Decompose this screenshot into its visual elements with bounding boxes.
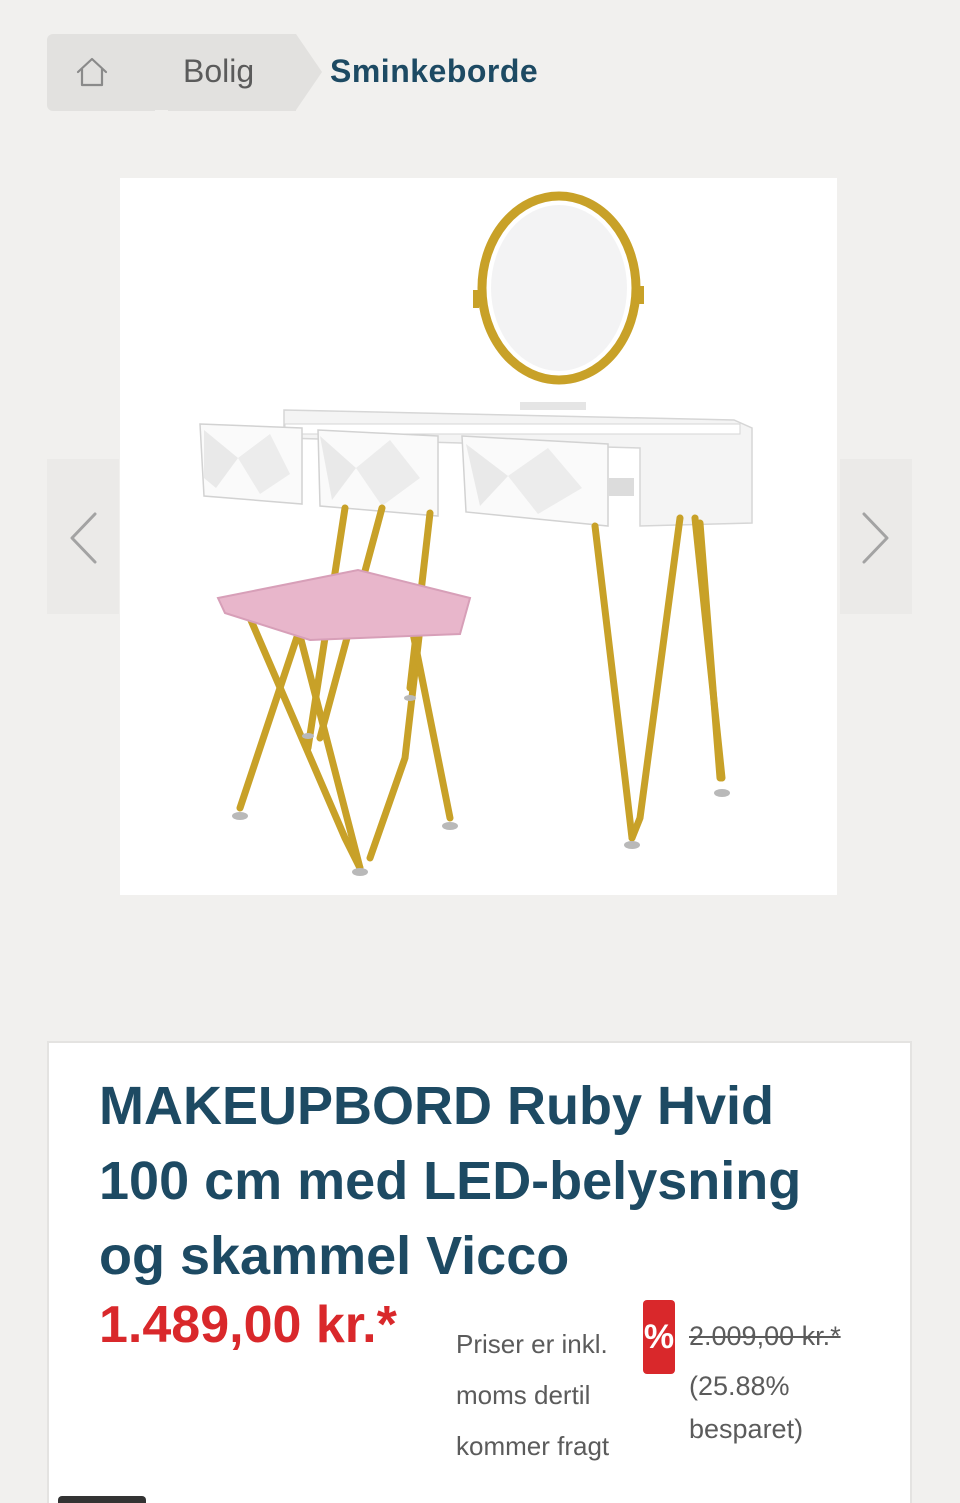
breadcrumb-separator <box>144 34 170 110</box>
gallery-prev-button[interactable] <box>47 459 119 614</box>
home-icon <box>76 57 108 87</box>
scroll-indicator <box>58 1496 146 1503</box>
old-price: 2.009,00 kr.* <box>689 1321 841 1351</box>
current-price: 1.489,00 kr.* <box>99 1296 397 1354</box>
price-note: Priser er inkl. moms dertil kommer fragt <box>456 1329 610 1461</box>
breadcrumb-home[interactable] <box>47 34 155 111</box>
product-info-card: MAKEUPBORD Ruby Hvid 100 cm med LED-bely… <box>47 1041 912 1503</box>
vanity-table-illustration <box>199 191 753 876</box>
product-image[interactable] <box>120 178 837 895</box>
product-page: Bolig Sminkeborde MAKEUPBORD Ruby Hvid 1… <box>0 0 960 1503</box>
chevron-left-icon <box>70 512 97 564</box>
saved-percent: (25.88% besparet) <box>689 1371 804 1444</box>
gallery-next-button[interactable] <box>840 459 912 614</box>
breadcrumb-item-current: Sminkeborde <box>330 53 539 89</box>
product-title-brand: MAKEUPBORD <box>99 1076 493 1136</box>
chevron-right-icon <box>862 512 889 564</box>
breadcrumb-separator <box>296 34 322 110</box>
breadcrumb-item-bolig-label[interactable]: Bolig <box>183 53 254 90</box>
product-title: MAKEUPBORD Ruby Hvid 100 cm med LED-bely… <box>99 1069 859 1294</box>
sale-badge: % <box>643 1300 675 1374</box>
